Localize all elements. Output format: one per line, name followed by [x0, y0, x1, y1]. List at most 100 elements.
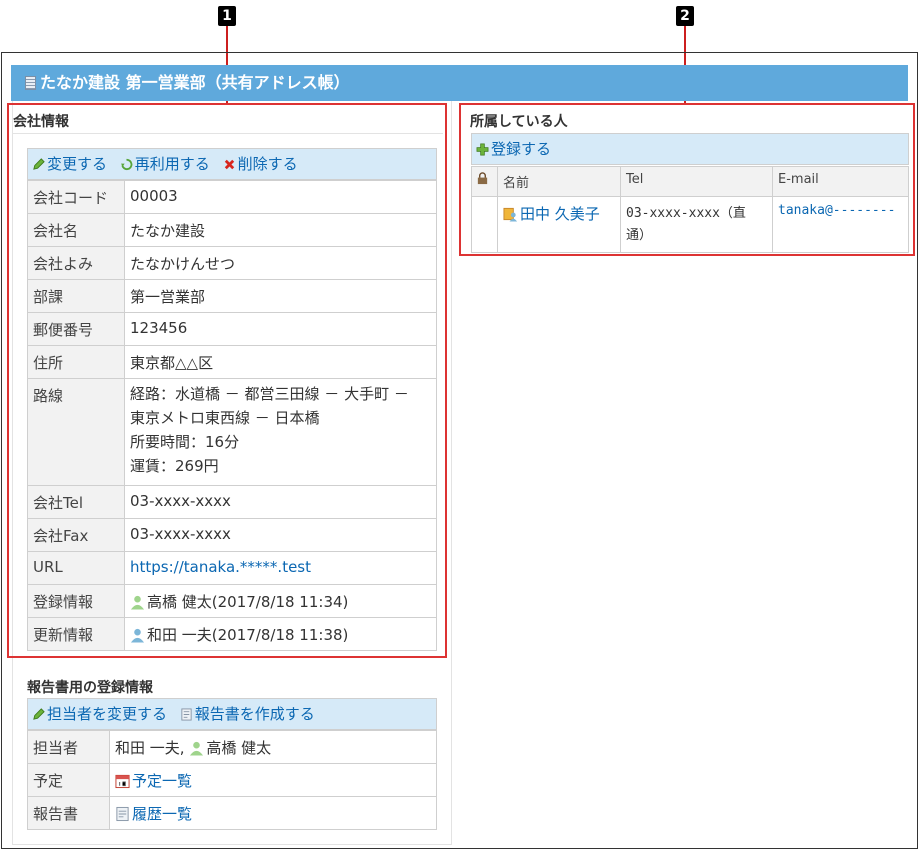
report-table: 担当者 和田 一夫, 高橋 健太 予定 予定一覧 報告書 履歴一覧 — [27, 730, 437, 830]
table-row: URL https://tanaka.*****.test — [27, 551, 437, 585]
user-icon — [130, 595, 145, 610]
register-label: 登録する — [491, 140, 552, 158]
members-table: 名前 Tel E-mail 田中 久美子 03-xxxx-xxxx（直 通） t… — [471, 166, 909, 253]
pencil-icon — [33, 158, 45, 170]
row-value: たなかけんせつ — [124, 246, 437, 280]
callout-2: 2 — [676, 6, 694, 26]
row-label: 会社Fax — [27, 518, 125, 552]
members-section-title: 所属している人 — [470, 114, 568, 130]
registered-value: 高橋 健太(2017/8/18 11:34) — [147, 593, 349, 611]
table-row: 田中 久美子 03-xxxx-xxxx（直 通） tanaka@-------- — [471, 196, 909, 253]
user-icon — [190, 741, 204, 756]
row-label: 会社コード — [27, 180, 125, 214]
schedule-list-link[interactable]: 予定一覧 — [132, 772, 192, 790]
delete-button[interactable]: 削除する — [223, 155, 298, 173]
plus-icon — [476, 143, 489, 156]
user-icon — [130, 628, 145, 643]
reuse-label: 再利用する — [134, 155, 210, 173]
register-member-button[interactable]: 登録する — [476, 140, 551, 158]
row-label: 路線 — [27, 378, 125, 486]
change-person-label: 担当者を変更する — [47, 705, 168, 723]
table-row: 予定 予定一覧 — [27, 763, 437, 797]
row-label: 登録情報 — [27, 584, 125, 618]
updated-info: 和田 一夫(2017/8/18 11:38) — [124, 617, 437, 651]
company-section-title: 会社情報 — [13, 114, 69, 130]
row-label: 報告書 — [27, 796, 110, 830]
table-row: 報告書 履歴一覧 — [27, 796, 437, 830]
lock-icon — [477, 172, 488, 185]
table-row: 郵便番号 123456 — [27, 312, 437, 346]
address-book-icon — [25, 76, 36, 90]
schedule-cell: 予定一覧 — [109, 763, 437, 797]
row-value: 03-xxxx-xxxx — [124, 518, 437, 552]
table-row: 住所 東京都△△区 — [27, 345, 437, 379]
row-label: 住所 — [27, 345, 125, 379]
row-label: 会社Tel — [27, 485, 125, 519]
row-label: 郵便番号 — [27, 312, 125, 346]
recycle-icon — [120, 158, 133, 170]
row-value: 第一営業部 — [124, 279, 437, 313]
table-row: 会社Tel 03-xxxx-xxxx — [27, 485, 437, 519]
pencil-icon — [33, 708, 45, 720]
lock-header — [471, 166, 498, 197]
assignee: 和田 一夫, — [115, 739, 185, 757]
row-label: 会社名 — [27, 213, 125, 247]
row-value: たなか建設 — [124, 213, 437, 247]
table-row: 更新情報 和田 一夫(2017/8/18 11:38) — [27, 617, 437, 651]
members-toolbar: 登録する — [471, 133, 909, 165]
member-tel: 03-xxxx-xxxx（直 通） — [620, 196, 773, 253]
route-line: 東京メトロ東西線 － 日本橋 — [130, 409, 320, 427]
route-fare: 運賃：269円 — [130, 457, 219, 475]
route-value: 経路：水道橋 － 都営三田線 － 大手町 － 東京メトロ東西線 － 日本橋 所要… — [124, 378, 437, 486]
row-value: 03-xxxx-xxxx — [124, 485, 437, 519]
table-row: 部課 第一営業部 — [27, 279, 437, 313]
edit-label: 変更する — [47, 155, 108, 173]
create-report-label: 報告書を作成する — [194, 705, 315, 723]
registered-info: 高橋 健太(2017/8/18 11:34) — [124, 584, 437, 618]
updated-value: 和田 一夫(2017/8/18 11:38) — [147, 626, 349, 644]
calendar-icon — [115, 774, 130, 789]
personal-address-icon — [503, 207, 518, 222]
row-label: 予定 — [27, 763, 110, 797]
reuse-button[interactable]: 再利用する — [120, 155, 215, 173]
member-name-cell: 田中 久美子 — [497, 196, 621, 253]
member-tel-line: 通） — [626, 228, 653, 243]
assignees: 和田 一夫, 高橋 健太 — [109, 730, 437, 764]
table-row: 担当者 和田 一夫, 高橋 健太 — [27, 730, 437, 764]
email-header: E-mail — [772, 166, 909, 197]
member-email-cell: tanaka@-------- — [772, 196, 909, 253]
change-person-button[interactable]: 担当者を変更する — [32, 705, 172, 723]
section-divider — [13, 133, 443, 134]
table-row: 会社Fax 03-xxxx-xxxx — [27, 518, 437, 552]
route-line: 経路：水道橋 － 都営三田線 － 大手町 － — [130, 385, 409, 403]
row-label: 更新情報 — [27, 617, 125, 651]
company-url-link[interactable]: https://tanaka.*****.test — [130, 558, 311, 576]
table-row: 会社名 たなか建設 — [27, 213, 437, 247]
delete-x-icon — [224, 159, 234, 170]
row-value: 東京都△△区 — [124, 345, 437, 379]
company-toolbar: 変更する 再利用する 削除する — [27, 148, 437, 180]
table-row: 登録情報 高橋 健太(2017/8/18 11:34) — [27, 584, 437, 618]
route-time: 所要時間：16分 — [130, 433, 240, 451]
member-tel-line: 03-xxxx-xxxx（直 — [626, 206, 746, 221]
row-label: URL — [27, 551, 125, 585]
edit-button[interactable]: 変更する — [32, 155, 112, 173]
lock-cell — [471, 196, 498, 253]
row-label: 担当者 — [27, 730, 110, 764]
row-label: 部課 — [27, 279, 125, 313]
report-icon — [181, 708, 192, 721]
delete-label: 削除する — [237, 155, 298, 173]
member-email-link[interactable]: tanaka@-------- — [778, 203, 895, 218]
history-list-link[interactable]: 履歴一覧 — [132, 805, 192, 823]
page-title-bar: たなか建設 第一営業部（共有アドレス帳） — [11, 65, 908, 101]
row-value: 123456 — [124, 312, 437, 346]
report-toolbar: 担当者を変更する 報告書を作成する — [27, 698, 437, 730]
callout-1: 1 — [218, 6, 236, 26]
table-row: 路線 経路：水道橋 － 都営三田線 － 大手町 － 東京メトロ東西線 － 日本橋… — [27, 378, 437, 486]
row-label: 会社よみ — [27, 246, 125, 280]
report-section-title: 報告書用の登録情報 — [27, 680, 153, 696]
members-header-row: 名前 Tel E-mail — [471, 166, 909, 197]
table-row: 会社よみ たなかけんせつ — [27, 246, 437, 280]
member-name-link[interactable]: 田中 久美子 — [520, 205, 600, 223]
create-report-button[interactable]: 報告書を作成する — [180, 705, 315, 723]
